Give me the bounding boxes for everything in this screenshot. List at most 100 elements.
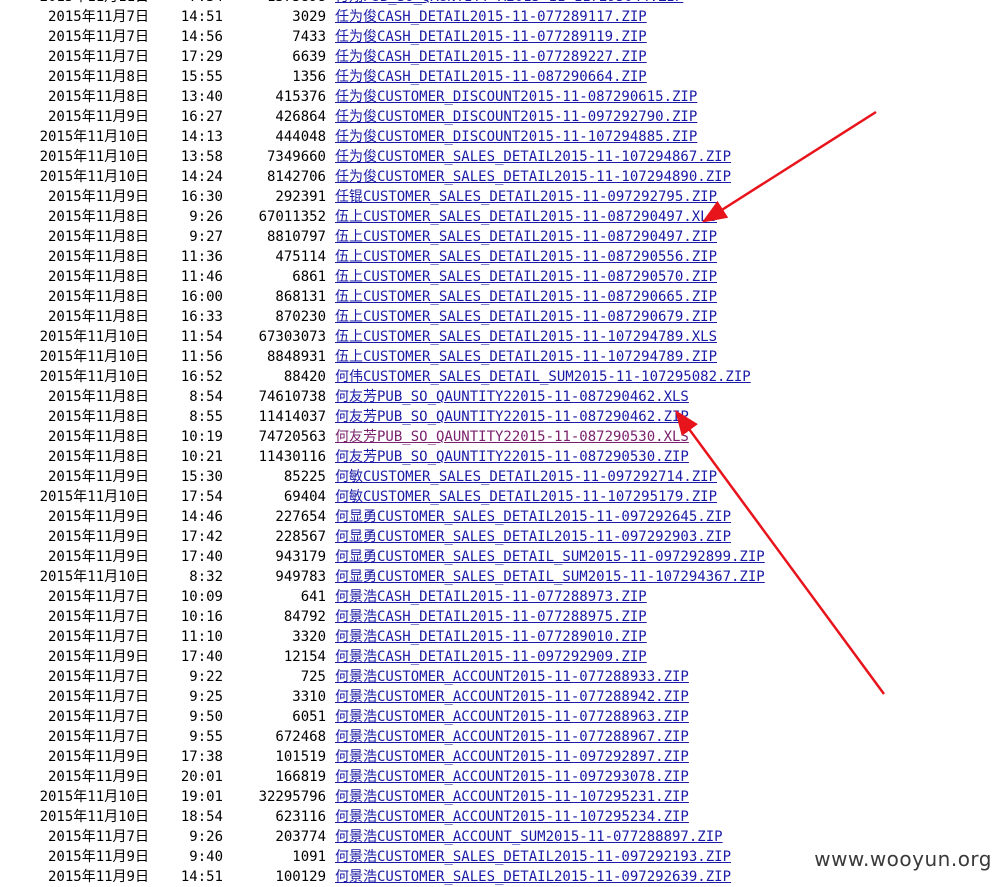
file-time: 14:56 — [180, 29, 223, 45]
file-size: 11430116 — [258, 449, 326, 465]
file-link[interactable]: 伍上CUSTOMER_SALES_DETAIL2015-11-087290665… — [335, 287, 717, 307]
file-link[interactable]: 任为俊CUSTOMER_DISCOUNT2015-11-107294885.ZI… — [335, 127, 697, 147]
file-link[interactable]: 任为俊CASH_DETAIL2015-11-077289227.ZIP — [335, 47, 647, 67]
file-link[interactable]: 何景浩CUSTOMER_ACCOUNT2015-11-107295231.ZIP — [335, 787, 689, 807]
list-item: 2015年11月8日 8:55 11414037 何友芳PUB_SO_QAUNTITY… — [0, 407, 1006, 427]
file-link[interactable]: 任为俊CUSTOMER_DISCOUNT2015-11-087290615.ZI… — [335, 87, 697, 107]
list-item: 2015年11月8日 10:19 74720563 何友芳PUB_SO_QAUNTIT… — [0, 427, 1006, 447]
list-item: 2015年11月9日 17:38 101519 何景浩CUSTOMER_ACCOUNT… — [0, 747, 1006, 767]
file-link[interactable]: 何景浩CUSTOMER_SALES_DETAIL2015-11-09729263… — [335, 867, 731, 887]
file-date: 2015年11月10日 — [39, 789, 149, 805]
list-item: 2015年11月7日 14:51 3029 任为俊CASH_DETAIL2015-11… — [0, 7, 1006, 27]
list-item: 2015年11月11日 7:34 1375898 付翔PUB_SO_QAUNTITY-… — [0, 0, 1006, 7]
file-size: 475114 — [275, 249, 326, 265]
file-link[interactable]: 伍上CUSTOMER_SALES_DETAIL2015-11-087290570… — [335, 267, 717, 287]
file-link[interactable]: 任为俊CUSTOMER_SALES_DETAIL2015-11-10729489… — [335, 167, 731, 187]
file-link[interactable]: 何景浩CUSTOMER_ACCOUNT2015-11-107295234.ZIP — [335, 807, 689, 827]
list-item: 2015年11月10日 14:24 8142706 任为俊CUSTOMER_SALES… — [0, 167, 1006, 187]
file-link[interactable]: 何显勇CUSTOMER_SALES_DETAIL2015-11-09729264… — [335, 507, 731, 527]
file-link[interactable]: 伍上CUSTOMER_SALES_DETAIL2015-11-087290497… — [335, 227, 717, 247]
file-time: 11:54 — [180, 329, 223, 345]
list-item: 2015年11月7日 17:29 6639 任为俊CASH_DETAIL2015-11… — [0, 47, 1006, 67]
file-date: 2015年11月9日 — [47, 649, 149, 665]
file-link[interactable]: 何敏CUSTOMER_SALES_DETAIL2015-11-097292714… — [335, 467, 717, 487]
file-date: 2015年11月8日 — [47, 389, 149, 405]
file-size: 6639 — [292, 49, 326, 65]
list-item: 2015年11月9日 17:42 228567 何显勇CUSTOMER_SALES_D… — [0, 527, 1006, 547]
list-item: 2015年11月7日 11:10 3320 何景浩CASH_DETAIL2015-11… — [0, 627, 1006, 647]
file-link[interactable]: 何景浩CUSTOMER_ACCOUNT2015-11-077288967.ZIP — [335, 727, 689, 747]
file-link[interactable]: 付翔PUB_SO_QAUNTITY-A2015-11-117295044.ZIP — [335, 0, 683, 7]
file-date: 2015年11月8日 — [47, 409, 149, 425]
file-size: 949783 — [275, 569, 326, 585]
file-size: 8848931 — [266, 349, 326, 365]
file-link[interactable]: 任锟CUSTOMER_SALES_DETAIL2015-11-097292795… — [335, 187, 717, 207]
list-item: 2015年11月8日 9:27 8810797 伍上CUSTOMER_SALES_DE… — [0, 227, 1006, 247]
file-link[interactable]: 何敏CUSTOMER_SALES_DETAIL2015-11-107295179… — [335, 487, 717, 507]
file-link[interactable]: 何伟CUSTOMER_SALES_DETAIL_SUM2015-11-10729… — [335, 367, 751, 387]
file-size: 943179 — [275, 549, 326, 565]
file-link[interactable]: 何景浩CASH_DETAIL2015-11-077288975.ZIP — [335, 607, 647, 627]
file-link[interactable]: 何景浩CUSTOMER_ACCOUNT2015-11-077288933.ZIP — [335, 667, 689, 687]
file-date: 2015年11月9日 — [47, 189, 149, 205]
file-time: 16:30 — [180, 189, 223, 205]
file-time: 9:55 — [189, 729, 223, 745]
file-time: 14:13 — [180, 129, 223, 145]
file-time: 10:19 — [180, 429, 223, 445]
file-time: 9:25 — [189, 689, 223, 705]
file-link[interactable]: 何显勇CUSTOMER_SALES_DETAIL2015-11-09729290… — [335, 527, 731, 547]
file-link[interactable]: 何景浩CUSTOMER_ACCOUNT2015-11-097292897.ZIP — [335, 747, 689, 767]
list-item: 2015年11月8日 15:55 1356 任为俊CASH_DETAIL2015-11… — [0, 67, 1006, 87]
list-item: 2015年11月10日 11:56 8848931 伍上CUSTOMER_SALES_… — [0, 347, 1006, 367]
file-link[interactable]: 何景浩CUSTOMER_ACCOUNT2015-11-077288942.ZIP — [335, 687, 689, 707]
file-date: 2015年11月7日 — [47, 629, 149, 645]
file-date: 2015年11月8日 — [47, 209, 149, 225]
file-link[interactable]: 何显勇CUSTOMER_SALES_DETAIL_SUM2015-11-1072… — [335, 567, 765, 587]
file-link[interactable]: 任为俊CUSTOMER_SALES_DETAIL2015-11-10729486… — [335, 147, 731, 167]
file-size: 6861 — [292, 269, 326, 285]
file-time: 17:29 — [180, 49, 223, 65]
file-link[interactable]: 何友芳PUB_SO_QAUNTITY22015-11-087290462.ZIP — [335, 407, 689, 427]
file-link[interactable]: 伍上CUSTOMER_SALES_DETAIL2015-11-087290497… — [335, 207, 717, 227]
watermark-text: www.wooyun.org — [810, 845, 996, 873]
list-item: 2015年11月7日 10:16 84792 何景浩CASH_DETAIL2015-1… — [0, 607, 1006, 627]
file-time: 13:58 — [180, 149, 223, 165]
file-link[interactable]: 何景浩CUSTOMER_SALES_DETAIL2015-11-09729219… — [335, 847, 731, 867]
file-size: 69404 — [283, 489, 326, 505]
list-item: 2015年11月7日 9:50 6051 何景浩CUSTOMER_ACCOUNT201… — [0, 707, 1006, 727]
file-date: 2015年11月8日 — [47, 309, 149, 325]
file-link[interactable]: 何显勇CUSTOMER_SALES_DETAIL_SUM2015-11-0972… — [335, 547, 765, 567]
file-date: 2015年11月9日 — [47, 869, 149, 885]
file-link[interactable]: 何景浩CUSTOMER_ACCOUNT_SUM2015-11-077288897… — [335, 827, 723, 847]
file-date: 2015年11月9日 — [47, 509, 149, 525]
file-link[interactable]: 伍上CUSTOMER_SALES_DETAIL2015-11-107294789… — [335, 347, 717, 367]
file-date: 2015年11月8日 — [47, 249, 149, 265]
file-link[interactable]: 任为俊CASH_DETAIL2015-11-087290664.ZIP — [335, 67, 647, 87]
file-link[interactable]: 何友芳PUB_SO_QAUNTITY22015-11-087290530.XLS — [335, 427, 689, 447]
file-date: 2015年11月10日 — [39, 169, 149, 185]
list-item: 2015年11月9日 16:27 426864 任为俊CUSTOMER_DISCOUN… — [0, 107, 1006, 127]
file-link[interactable]: 何景浩CASH_DETAIL2015-11-077288973.ZIP — [335, 587, 647, 607]
file-link[interactable]: 伍上CUSTOMER_SALES_DETAIL2015-11-087290679… — [335, 307, 717, 327]
file-link[interactable]: 任为俊CASH_DETAIL2015-11-077289119.ZIP — [335, 27, 647, 47]
file-link[interactable]: 何友芳PUB_SO_QAUNTITY22015-11-087290462.XLS — [335, 387, 689, 407]
file-size: 3029 — [292, 9, 326, 25]
file-link[interactable]: 任为俊CASH_DETAIL2015-11-077289117.ZIP — [335, 7, 647, 27]
file-link[interactable]: 伍上CUSTOMER_SALES_DETAIL2015-11-107294789… — [335, 327, 717, 347]
file-link[interactable]: 何景浩CUSTOMER_ACCOUNT2015-11-097293078.ZIP — [335, 767, 689, 787]
list-item: 2015年11月9日 17:40 943179 何显勇CUSTOMER_SALES_D… — [0, 547, 1006, 567]
file-size: 292391 — [275, 189, 326, 205]
file-link[interactable]: 何景浩CASH_DETAIL2015-11-097292909.ZIP — [335, 647, 647, 667]
file-date: 2015年11月9日 — [47, 769, 149, 785]
file-link[interactable]: 何景浩CUSTOMER_ACCOUNT2015-11-077288963.ZIP — [335, 707, 689, 727]
file-link[interactable]: 何友芳PUB_SO_QAUNTITY22015-11-087290530.ZIP — [335, 447, 689, 467]
file-link[interactable]: 何景浩CASH_DETAIL2015-11-077289010.ZIP — [335, 627, 647, 647]
file-time: 17:42 — [180, 529, 223, 545]
list-item: 2015年11月9日 16:30 292391 任锟CUSTOMER_SALES_DE… — [0, 187, 1006, 207]
list-item: 2015年11月10日 14:13 444048 任为俊CUSTOMER_DISCOU… — [0, 127, 1006, 147]
file-link[interactable]: 任为俊CUSTOMER_DISCOUNT2015-11-097292790.ZI… — [335, 107, 697, 127]
file-link[interactable]: 伍上CUSTOMER_SALES_DETAIL2015-11-087290556… — [335, 247, 717, 267]
list-item: 2015年11月7日 9:22 725 何景浩CUSTOMER_ACCOUNT2015… — [0, 667, 1006, 687]
list-item: 2015年11月8日 16:33 870230 伍上CUSTOMER_SALES_DE… — [0, 307, 1006, 327]
list-item: 2015年11月8日 11:36 475114 伍上CUSTOMER_SALES_DE… — [0, 247, 1006, 267]
